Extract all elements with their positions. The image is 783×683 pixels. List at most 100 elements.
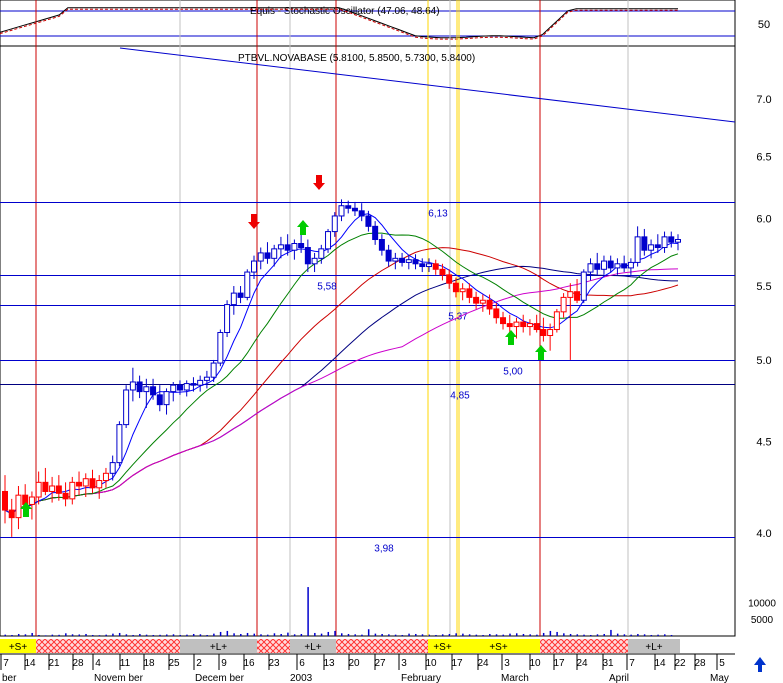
volume-bar — [240, 633, 242, 636]
day-label: 6 — [299, 658, 305, 669]
day-label: 2 — [196, 658, 202, 669]
candle-body — [331, 215, 338, 233]
volume-bar — [199, 634, 202, 636]
candle-body — [69, 481, 76, 500]
candle-body — [567, 291, 574, 298]
candle-body — [96, 480, 103, 489]
volume-bar — [172, 634, 175, 636]
day-label: 27 — [374, 658, 386, 669]
volume-bar — [71, 634, 74, 636]
candle-body — [277, 244, 284, 250]
candle-body — [553, 311, 560, 331]
volume-bar — [448, 633, 451, 636]
day-label: 7 — [629, 658, 635, 669]
volume-bar — [85, 633, 87, 636]
volume-bar — [112, 633, 114, 636]
volume-bar — [428, 634, 430, 636]
candle-body — [540, 329, 547, 337]
candle-body — [513, 321, 520, 328]
day-label: 24 — [576, 658, 588, 669]
candle-body — [176, 384, 183, 391]
month-label: Novem ber — [94, 673, 144, 683]
month-label: February — [401, 673, 441, 683]
candle-body — [109, 462, 116, 474]
candle-body — [264, 252, 271, 259]
signal-label: +S+ — [489, 642, 508, 653]
volume-bar — [320, 633, 323, 636]
candle-body — [439, 268, 446, 276]
candle-body — [102, 472, 109, 482]
day-label: 23 — [268, 658, 280, 669]
candle-body — [459, 288, 466, 293]
signal-label: +S+ — [9, 642, 28, 653]
price-tick-label: 4.0 — [756, 528, 771, 540]
level-label: 4,85 — [450, 391, 470, 402]
candle-body — [136, 381, 143, 393]
volume-bar — [206, 634, 208, 636]
volume-bar — [475, 634, 478, 636]
candle-body — [600, 260, 607, 270]
candle-body — [446, 274, 453, 284]
volume-bar — [576, 634, 579, 636]
candle-body — [372, 225, 379, 241]
day-label: 14 — [24, 658, 36, 669]
candle-body — [405, 259, 412, 263]
candle-body — [304, 247, 311, 265]
volume-bar — [495, 634, 498, 636]
volume-bar — [515, 633, 518, 636]
candle-body — [311, 257, 318, 265]
candle-body — [123, 389, 130, 426]
volume-bar — [139, 633, 141, 636]
candle-body — [325, 231, 332, 250]
candle-body — [163, 391, 170, 406]
candle-body — [668, 236, 675, 243]
candle-body — [82, 478, 89, 487]
day-label: 7 — [3, 658, 9, 669]
candle-body — [150, 386, 157, 396]
day-label: 5 — [719, 658, 725, 669]
candle-body — [661, 236, 668, 249]
day-label: 14 — [654, 658, 666, 669]
price-tick-label: 5.0 — [756, 355, 771, 367]
volume-bar — [630, 634, 632, 636]
day-label: 16 — [243, 658, 255, 669]
volume-bar — [563, 633, 565, 636]
day-label: 4 — [95, 658, 101, 669]
candle-body — [560, 296, 567, 313]
day-label: 17 — [553, 658, 565, 669]
candle-body — [526, 323, 533, 328]
volume-bar — [192, 633, 195, 636]
stock-chart: Equis - Stochastic Oscillator (47.06, 48… — [0, 0, 783, 683]
month-label: March — [501, 673, 529, 683]
candle-body — [587, 263, 594, 273]
volume-bar — [159, 634, 161, 636]
volume-bar — [388, 634, 390, 636]
volume-bar — [58, 634, 60, 636]
volume-bar — [314, 632, 316, 636]
candle-body — [345, 205, 352, 209]
candle-body — [452, 282, 459, 293]
oscillator-tick-50: 50 — [758, 19, 770, 31]
candle-body — [89, 478, 96, 489]
volume-bar — [91, 634, 94, 636]
candle-body — [412, 259, 419, 265]
price-tick-label: 7.0 — [756, 94, 771, 106]
volume-bar — [31, 632, 33, 636]
candle-body — [614, 263, 621, 269]
candle-body — [432, 263, 439, 270]
candle-body — [351, 207, 358, 212]
signal-segment — [336, 639, 428, 653]
candle-body — [466, 288, 473, 298]
volume-bar — [145, 634, 148, 636]
volume-bar — [287, 632, 289, 636]
volume-bar — [549, 630, 552, 636]
candle-body — [338, 205, 345, 217]
price-tick-label: 5.5 — [756, 281, 771, 293]
level-label: 3,98 — [374, 544, 394, 555]
volume-bar — [489, 633, 491, 636]
candle-body — [318, 248, 325, 259]
day-label: 28 — [72, 658, 84, 669]
volume-bar — [118, 632, 121, 636]
signal-label: +L+ — [210, 642, 227, 653]
day-label: 3 — [401, 658, 407, 669]
